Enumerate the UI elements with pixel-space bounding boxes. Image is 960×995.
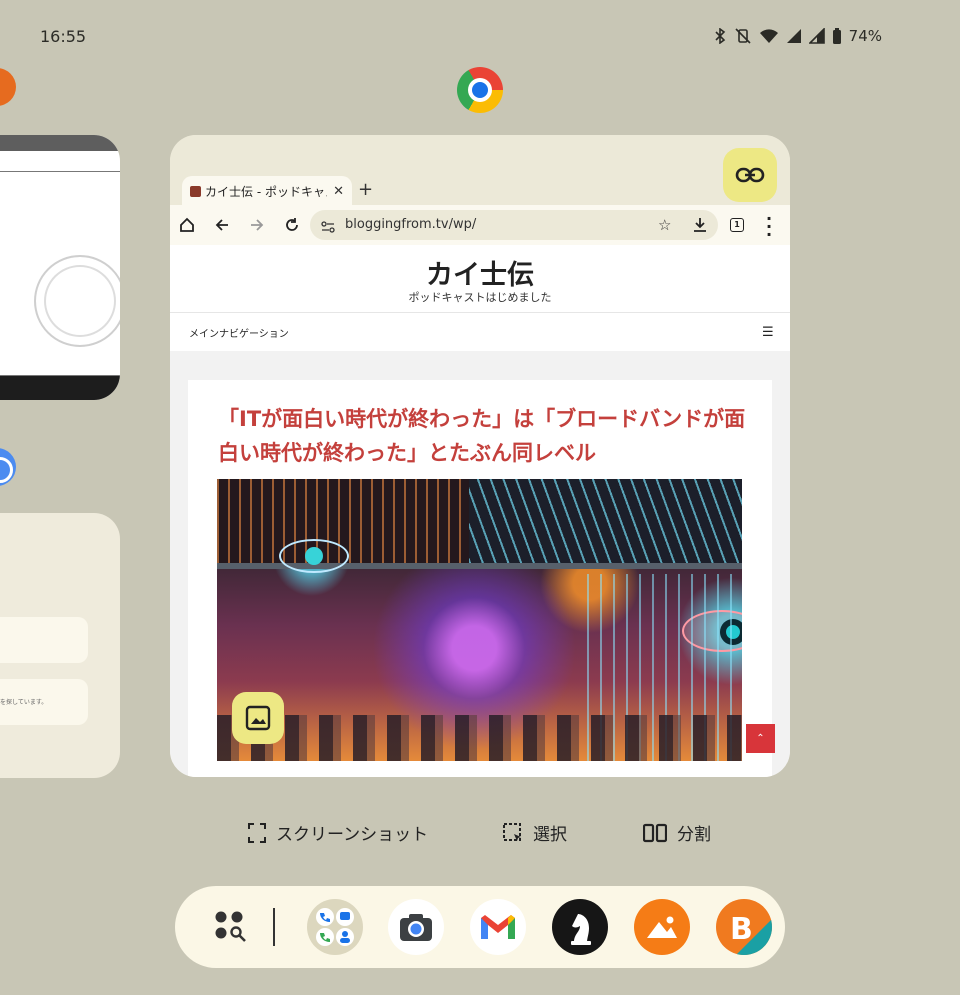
- overview-actions: スクリーンショット 選択 分割: [0, 820, 960, 845]
- screenshot-button[interactable]: スクリーンショット: [248, 820, 428, 845]
- wifi-icon: [759, 29, 778, 43]
- tab-title: カイ士伝 - ポッドキャス: [205, 184, 328, 199]
- battery-icon: [832, 27, 841, 44]
- bplus-icon[interactable]: B: [716, 899, 772, 955]
- split-label: 分割: [677, 825, 711, 845]
- back-to-top-icon[interactable]: ⌃: [746, 724, 775, 753]
- new-tab-button[interactable]: +: [358, 179, 373, 200]
- image-icon[interactable]: [232, 692, 284, 744]
- more-options-icon[interactable]: · · ·: [766, 211, 772, 243]
- nav-label: メインナビゲーション: [189, 329, 289, 340]
- bluetooth-icon: [715, 28, 725, 44]
- select-icon: [503, 822, 521, 841]
- signal-icon: [786, 29, 801, 43]
- card-snippet: を探しています。: [0, 699, 48, 706]
- favicon-icon: [190, 185, 201, 197]
- card-bottom-bar: [0, 376, 120, 400]
- chrome-icon[interactable]: [457, 67, 503, 113]
- forward-icon[interactable]: [248, 216, 266, 234]
- browser-toolbar: bloggingfrom.tv/wp/ ☆ 1 · · ·: [170, 205, 790, 245]
- chess-icon[interactable]: [552, 899, 608, 955]
- select-label: 選択: [533, 825, 567, 845]
- app-icon-top-left[interactable]: [0, 68, 16, 106]
- split-icon: [643, 823, 667, 842]
- tab-strip: カイ士伝 - ポッドキャス ✕ +: [170, 135, 790, 206]
- vibrate-off-icon: [735, 28, 751, 44]
- site-settings-icon[interactable]: [321, 218, 335, 237]
- status-time: 16:55: [40, 27, 87, 46]
- close-icon[interactable]: ✕: [333, 184, 344, 199]
- split-button[interactable]: 分割: [643, 820, 711, 845]
- apps-search-icon[interactable]: [203, 899, 259, 955]
- card-titlebar: [0, 135, 120, 151]
- card-field: [0, 617, 88, 663]
- browser-tab[interactable]: カイ士伝 - ポッドキャス ✕: [182, 176, 352, 206]
- main-navigation: メインナビゲーション ☰: [170, 313, 790, 351]
- home-icon[interactable]: [178, 216, 196, 234]
- bookmark-star-icon[interactable]: ☆: [658, 216, 671, 234]
- site-tagline: ポッドキャストはじめました: [408, 291, 552, 304]
- dock: B: [175, 886, 785, 968]
- url-text: bloggingfrom.tv/wp/: [345, 217, 477, 232]
- back-icon[interactable]: [213, 216, 231, 234]
- site-title[interactable]: カイ士伝: [170, 253, 790, 292]
- link-icon[interactable]: [723, 148, 777, 202]
- recent-app-card-chrome[interactable]: カイ士伝 - ポッドキャス ✕ + bloggingfrom.tv/wp/ ☆: [170, 135, 790, 777]
- select-button[interactable]: 選択: [503, 820, 567, 845]
- seal-graphic: [34, 255, 120, 347]
- battery-level: 74%: [848, 27, 882, 45]
- reload-icon[interactable]: [283, 216, 301, 234]
- download-icon[interactable]: [693, 217, 707, 236]
- signal-icon-2: [808, 28, 825, 44]
- card-content: [0, 171, 120, 376]
- camera-icon[interactable]: [388, 899, 444, 955]
- omnibox[interactable]: bloggingfrom.tv/wp/ ☆: [310, 210, 718, 240]
- hero-buildings: [217, 715, 742, 761]
- hero-image: [217, 479, 742, 761]
- svg-text:B: B: [730, 912, 753, 947]
- site-header: カイ士伝 ポッドキャストはじめました: [170, 245, 790, 313]
- hero-ceiling-right: [469, 479, 742, 563]
- recent-app-card-mid-left[interactable]: を探しています。: [0, 513, 120, 778]
- folder-icon[interactable]: [307, 899, 363, 955]
- gmail-icon[interactable]: [470, 899, 526, 955]
- screenshot-icon: [248, 822, 266, 843]
- gallery-icon[interactable]: [634, 899, 690, 955]
- status-icons: 74%: [713, 27, 882, 45]
- app-icon-mid-left[interactable]: [0, 448, 16, 486]
- hamburger-menu-icon[interactable]: ☰: [762, 325, 774, 340]
- dock-divider: [273, 908, 275, 946]
- card-field-2: を探しています。: [0, 679, 88, 725]
- hero-eye-left: [279, 539, 349, 573]
- screenshot-label: スクリーンショット: [276, 825, 429, 845]
- recent-app-card-top-left[interactable]: [0, 135, 120, 400]
- tab-switcher-button[interactable]: 1: [730, 218, 744, 232]
- post-title[interactable]: 「ITが面白い時代が終わった」は「ブロードバンドが面白い時代が終わった」とたぶん…: [218, 402, 748, 470]
